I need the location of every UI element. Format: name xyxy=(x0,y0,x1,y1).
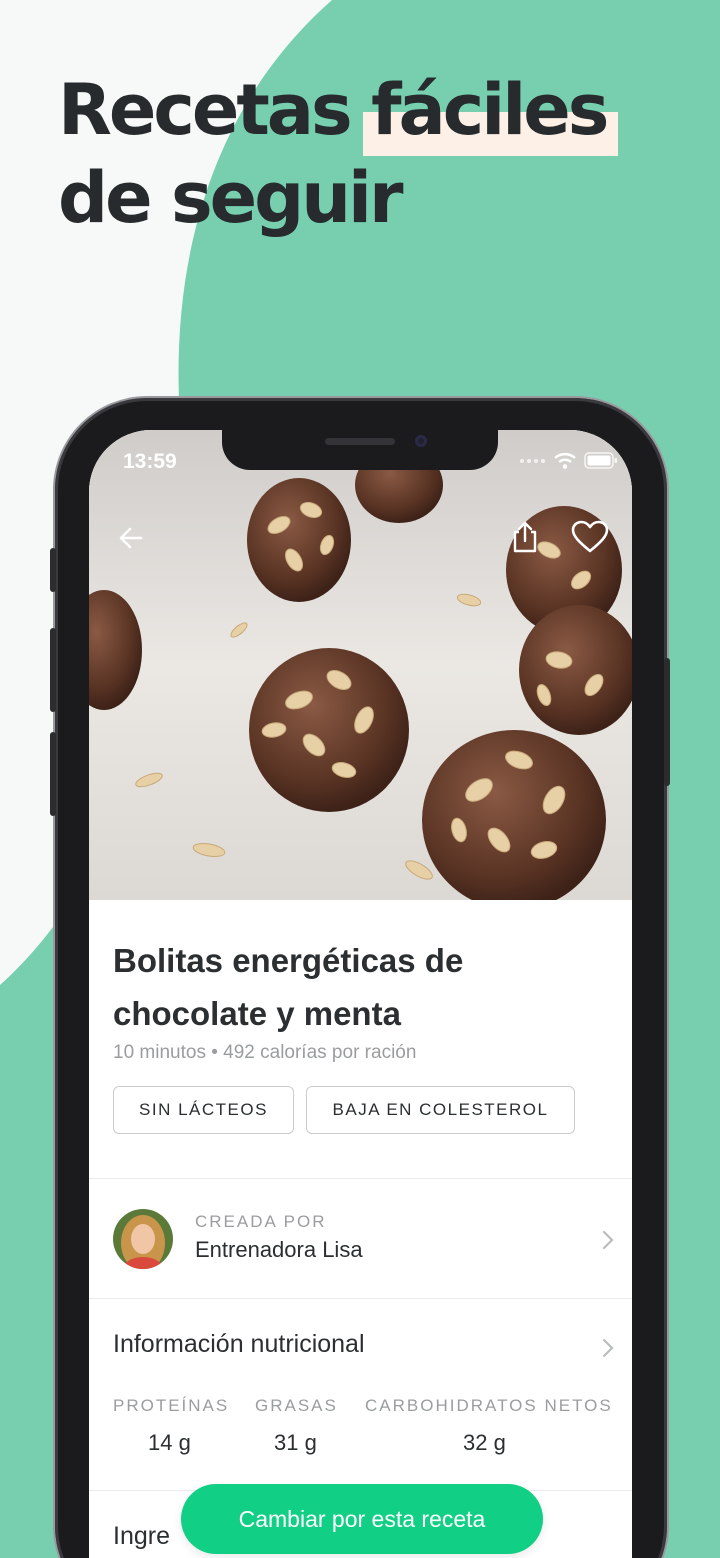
macro-label-grasas: GRASAS xyxy=(255,1396,338,1415)
headline-line2: de seguir xyxy=(58,157,404,239)
author-label: CREADA POR xyxy=(195,1212,327,1231)
volume-down-button xyxy=(50,732,56,816)
headline-word-recetas: Recetas xyxy=(58,69,353,151)
signal-dots-icon xyxy=(520,458,545,463)
nutrition-title: Información nutricional xyxy=(113,1330,365,1358)
back-arrow-icon[interactable] xyxy=(117,524,145,552)
speaker-grille xyxy=(325,438,395,445)
share-icon[interactable] xyxy=(511,520,539,554)
heart-icon[interactable] xyxy=(571,520,609,554)
divider xyxy=(89,1298,632,1299)
recipe-meta: 10 minutos • 492 calorías por ración xyxy=(113,1042,417,1063)
status-icons xyxy=(520,452,618,469)
macro-label-proteinas: PROTEÍNAS xyxy=(113,1396,230,1415)
recipe-hero-image xyxy=(89,430,632,900)
recipe-title: Bolitas energéticas de chocolate y menta xyxy=(113,942,464,1032)
chevron-right-icon xyxy=(602,1230,614,1250)
macro-value-proteinas: 14 g xyxy=(148,1430,191,1455)
phone-notch xyxy=(222,430,498,470)
author-name: Entrenadora Lisa xyxy=(195,1237,363,1262)
app-screen: 13:59 Bolitas energéticas de chocolate y… xyxy=(89,430,632,1558)
ingredients-title[interactable]: Ingre xyxy=(113,1522,170,1551)
front-camera xyxy=(415,435,427,447)
tag-sin-lacteos[interactable]: SIN LÁCTEOS xyxy=(113,1086,294,1134)
battery-icon xyxy=(584,452,617,469)
headline: Recetas fáciles de seguir xyxy=(58,66,619,242)
avatar xyxy=(113,1209,173,1269)
wifi-icon xyxy=(554,453,576,469)
volume-up-button xyxy=(50,628,56,712)
swap-recipe-button[interactable]: Cambiar por esta receta xyxy=(181,1484,543,1554)
tag-baja-colesterol[interactable]: BAJA EN COLESTEROL xyxy=(306,1086,575,1134)
energy-balls-photo xyxy=(89,430,632,900)
mute-switch xyxy=(50,548,56,592)
headline-word-faciles: fáciles xyxy=(371,69,609,151)
macro-value-grasas: 31 g xyxy=(274,1430,317,1455)
power-button xyxy=(664,658,670,786)
macro-value-carbohidratos: 32 g xyxy=(463,1430,506,1455)
divider xyxy=(89,1178,632,1179)
status-time: 13:59 xyxy=(123,450,177,473)
chevron-right-icon xyxy=(602,1338,614,1358)
macro-label-carbohidratos: CARBOHIDRATOS NETOS xyxy=(365,1396,613,1415)
